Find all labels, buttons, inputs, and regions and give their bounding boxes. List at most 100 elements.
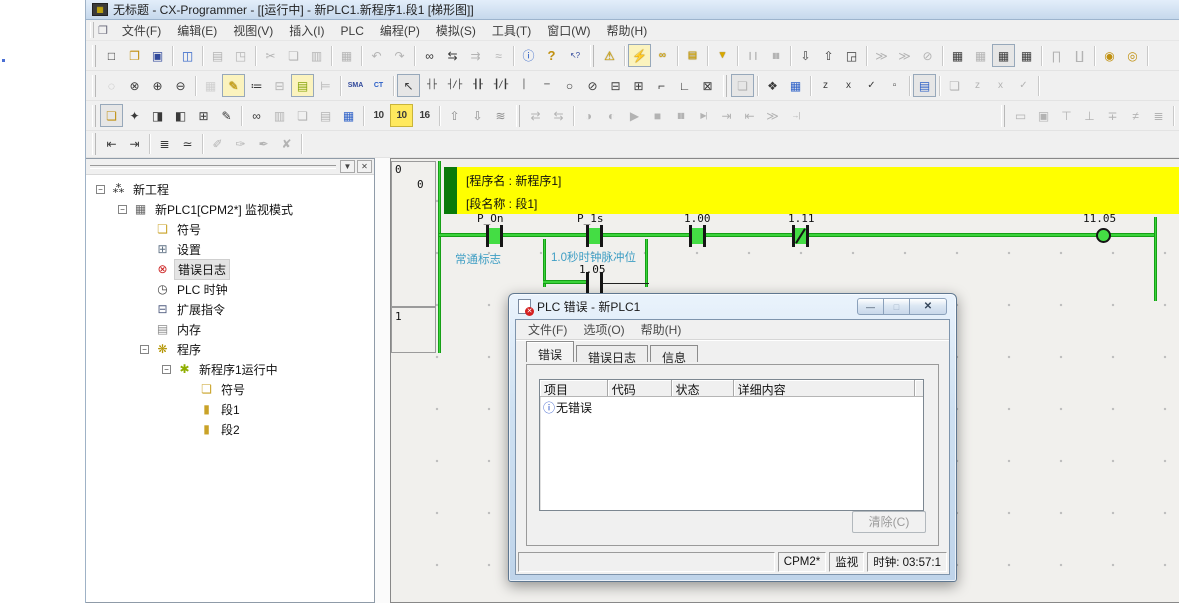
new-horizontal-line-icon[interactable]: ─ xyxy=(535,74,558,97)
set-value-x-icon[interactable]: x xyxy=(837,74,860,97)
step-out-icon[interactable]: ⇤ xyxy=(738,104,761,127)
continuous-run-icon[interactable]: ≫ xyxy=(761,104,784,127)
show-rung-list-icon[interactable]: ≣ xyxy=(153,133,176,156)
online-edit-cancel-icon[interactable]: ⊘ xyxy=(916,44,939,67)
dialog-menu-item[interactable]: 帮助(H) xyxy=(633,319,690,340)
monitor-a-icon[interactable]: ❏ xyxy=(943,74,966,97)
change-all-icon[interactable]: ⇉ xyxy=(464,44,487,67)
column-header[interactable]: 详细内容 xyxy=(734,380,915,396)
indent-rung-left-icon[interactable]: ⇤ xyxy=(100,133,123,156)
menu-item[interactable]: 视图(V) xyxy=(225,22,281,40)
memory-view-4-icon[interactable]: ⊥ xyxy=(1078,104,1101,127)
copy-icon[interactable]: ❏ xyxy=(282,44,305,67)
minimize-button[interactable]: — xyxy=(857,298,884,315)
column-header[interactable]: 状态 xyxy=(672,380,734,396)
search-result-icon[interactable]: ▤ xyxy=(314,104,337,127)
set-value-z-icon[interactable]: z xyxy=(814,74,837,97)
zoom-out-icon[interactable]: ⊖ xyxy=(169,74,192,97)
run-to-end-icon[interactable]: →| xyxy=(784,104,807,127)
new-vertical-line-icon[interactable]: │ xyxy=(512,74,535,97)
tree-item-6[interactable]: ⊟扩展指令 xyxy=(86,299,374,319)
child-window-icon[interactable]: ❐ xyxy=(98,24,108,37)
upload-from-plc-icon[interactable]: ⇧ xyxy=(817,44,840,67)
toolbar-grip[interactable] xyxy=(590,45,594,67)
tree-expander[interactable]: − xyxy=(140,345,149,354)
tree-item-7[interactable]: ▤内存 xyxy=(86,319,374,339)
force-set-icon[interactable]: ◉ xyxy=(1098,44,1121,67)
collapse-rung-icon[interactable]: ≃ xyxy=(176,133,199,156)
work-online-simulator-icon[interactable]: ⚡ xyxy=(628,44,651,67)
invert-instruction-icon[interactable]: ⌐ xyxy=(650,74,673,97)
mnemonic-window-icon[interactable]: ▦ xyxy=(337,104,360,127)
online-edit-begin-icon[interactable]: ≫ xyxy=(870,44,893,67)
menu-item[interactable]: 窗口(W) xyxy=(539,22,598,40)
zoom-custom-icon[interactable]: ⊗ xyxy=(123,74,146,97)
force-release-icon[interactable]: ◎ xyxy=(1121,44,1144,67)
tree-item-1[interactable]: −▦新PLC1[CPM2*] 监视模式 xyxy=(86,199,374,219)
tree-panel-grip[interactable] xyxy=(90,165,336,169)
io-comment-window-icon[interactable]: ⊞ xyxy=(192,104,215,127)
show-monitor-box-icon[interactable]: ⊟ xyxy=(268,74,291,97)
transfer-program-icon[interactable]: ▼ xyxy=(711,44,734,67)
menu-item[interactable]: 文件(F) xyxy=(114,22,169,40)
column-header[interactable]: 项目 xyxy=(540,380,608,396)
tile-window-icon[interactable]: ✦ xyxy=(123,104,146,127)
monitor-x-icon[interactable]: x xyxy=(989,74,1012,97)
tree-expander[interactable]: − xyxy=(96,185,105,194)
cross-reference-icon[interactable]: ◨ xyxy=(146,104,169,127)
paste-icon[interactable]: ▥ xyxy=(305,44,328,67)
pause-icon[interactable]: ▮▮ xyxy=(764,44,787,67)
new-closed-contact-icon[interactable]: ┤/├ xyxy=(443,74,466,97)
online-edit-pen-3-icon[interactable]: ✒ xyxy=(252,133,275,156)
address-reference-icon[interactable]: ◧ xyxy=(169,104,192,127)
tab-messages[interactable]: 信息 xyxy=(650,345,698,362)
memory-view-5-icon[interactable]: ∓ xyxy=(1101,104,1124,127)
find-icon[interactable]: ∞ xyxy=(418,44,441,67)
tree-item-11[interactable]: ▮段1 xyxy=(86,399,374,419)
delete-line-icon[interactable]: ⊠ xyxy=(696,74,719,97)
tree-item-12[interactable]: ▮段2 xyxy=(86,419,374,439)
go-to-prev-icon[interactable]: ⇧ xyxy=(443,104,466,127)
view-hex-icon[interactable]: 16 xyxy=(413,104,436,127)
tree-item-4[interactable]: ⊗错误日志 xyxy=(86,259,374,279)
toolbar-grip[interactable] xyxy=(1001,105,1005,127)
new-coil-icon[interactable]: ○ xyxy=(558,74,581,97)
breakpoint-clear-icon[interactable]: ◐ xyxy=(600,104,623,127)
coil-11-05[interactable] xyxy=(1096,228,1111,243)
set-value-clear-icon[interactable]: ▫ xyxy=(883,74,906,97)
new-or-closed-contact-icon[interactable]: ┨/┠ xyxy=(489,74,512,97)
tree-dropdown-button[interactable]: ▼ xyxy=(340,160,355,173)
memory-view-7-icon[interactable]: ≣ xyxy=(1147,104,1170,127)
view-signed-decimal-icon[interactable]: 10 xyxy=(390,104,413,127)
open-project-icon[interactable]: ❐ xyxy=(123,44,146,67)
dialog-menu-item[interactable]: 文件(F) xyxy=(520,319,575,340)
substitute-icon[interactable]: ≈ xyxy=(487,44,510,67)
error-list-row[interactable]: ⓘ 无错误 xyxy=(540,397,923,418)
print-preview-icon[interactable]: ◳ xyxy=(229,44,252,67)
rung-0-margin[interactable] xyxy=(391,161,436,307)
differential-monitor-icon[interactable]: ∏ xyxy=(1045,44,1068,67)
online-edit-pen-4-icon[interactable]: ✘ xyxy=(275,133,298,156)
compile-all-check-icon[interactable]: ∞ xyxy=(651,44,674,67)
monitor-check-icon[interactable]: ✓ xyxy=(1012,74,1035,97)
online-edit-pen-2-icon[interactable]: ✑ xyxy=(229,133,252,156)
view-decimal-icon[interactable]: 10 xyxy=(367,104,390,127)
close-button[interactable]: ✕ xyxy=(910,298,947,315)
cascade-window-icon[interactable]: ❏ xyxy=(100,104,123,127)
memory-view-3-icon[interactable]: ⊤ xyxy=(1055,104,1078,127)
memory-view-6-icon[interactable]: ≠ xyxy=(1124,104,1147,127)
new-contact-icon[interactable]: ┤├ xyxy=(420,74,443,97)
tree-expander[interactable]: − xyxy=(118,205,127,214)
tree-item-5[interactable]: ◷PLC 时钟 xyxy=(86,279,374,299)
work-online-icon[interactable]: ⚠ xyxy=(598,44,621,67)
go-to-connection-icon[interactable]: ≋ xyxy=(489,104,512,127)
tree-close-button[interactable]: ✕ xyxy=(357,160,372,173)
sim-transfer-icon[interactable]: ⇆ xyxy=(547,104,570,127)
paste-rung-icon[interactable]: ▦ xyxy=(335,44,358,67)
print-icon[interactable]: ▤ xyxy=(206,44,229,67)
help-icon[interactable]: ? xyxy=(540,44,563,67)
online-edit-pen-1-icon[interactable]: ✐ xyxy=(206,133,229,156)
contact-1-00[interactable] xyxy=(692,228,703,244)
context-help-icon[interactable]: ↖? xyxy=(563,44,586,67)
run-mode-icon[interactable]: ▦ xyxy=(1015,44,1038,67)
